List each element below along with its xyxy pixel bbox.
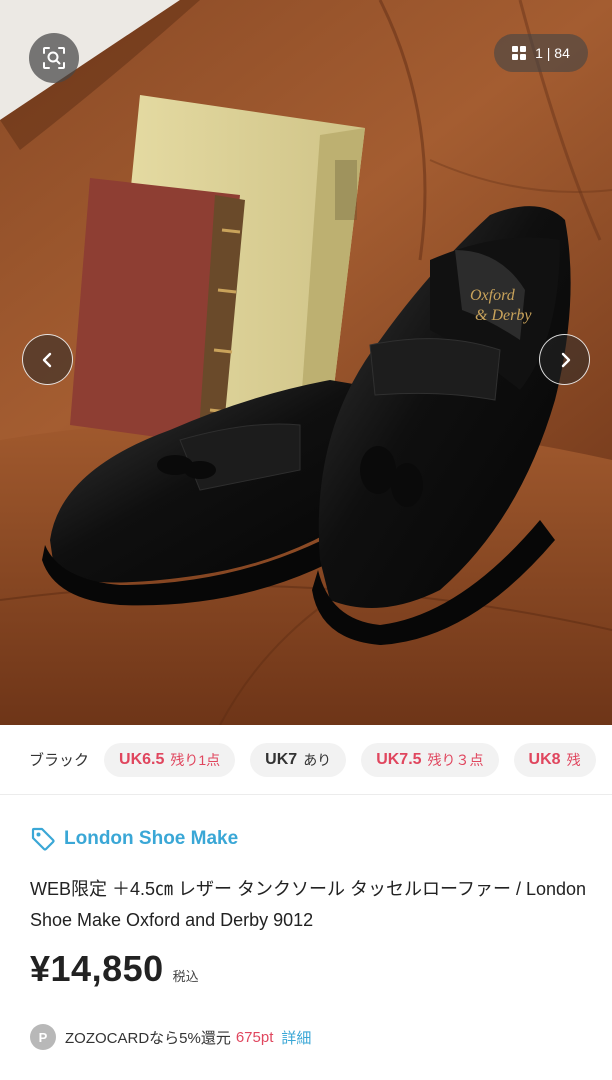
image-counter-text: 1 | 84 — [535, 45, 570, 61]
size-chip-uk7-5[interactable]: UK7.5 残り３点 — [361, 742, 499, 777]
size-label: UK7 — [265, 750, 298, 768]
size-chip-uk6-5[interactable]: UK6.5 残り1点 — [104, 742, 236, 777]
size-selector: ブラック UK6.5 残り1点 UK7 あり UK7.5 残り３点 UK8 残 — [0, 725, 612, 795]
previous-image-button[interactable] — [22, 334, 73, 385]
brand-link[interactable]: London Shoe Make — [30, 826, 238, 852]
size-label: UK7.5 — [376, 750, 422, 768]
stock-label: あり — [303, 751, 332, 768]
size-chip-uk8[interactable]: UK8 残 — [513, 742, 596, 777]
next-image-button[interactable] — [539, 334, 590, 385]
color-label: ブラック — [29, 752, 90, 769]
brand-name: London Shoe Make — [64, 828, 239, 849]
stock-label: 残 — [566, 751, 581, 768]
points-icon: P — [30, 1024, 56, 1050]
tag-icon — [31, 827, 55, 851]
chevron-left-icon — [42, 352, 51, 367]
grid-icon — [512, 46, 527, 60]
size-label: UK6.5 — [119, 750, 165, 768]
points-detail-link[interactable]: 詳細 — [281, 1027, 311, 1048]
size-chip-uk7[interactable]: UK7 あり — [250, 742, 347, 777]
image-search-icon — [43, 47, 65, 69]
image-search-button[interactable] — [29, 33, 79, 83]
product-image-gallery[interactable]: Oxford & Derby 1 | 84 — [0, 0, 612, 725]
price-row: ¥14,850 税込 — [30, 948, 199, 990]
stock-label: 残り1点 — [170, 751, 221, 768]
svg-text:Oxford: Oxford — [470, 287, 516, 304]
image-counter[interactable]: 1 | 84 — [494, 34, 588, 72]
tax-label: 税込 — [172, 969, 199, 984]
chevron-right-icon — [561, 352, 570, 367]
price: ¥14,850 — [30, 948, 164, 989]
points-info: P ZOZOCARDなら5%還元 675pt 詳細 — [30, 1024, 311, 1050]
size-label: UK8 — [528, 750, 561, 768]
svg-text:& Derby: & Derby — [475, 307, 532, 324]
product-photo: Oxford & Derby — [0, 0, 612, 725]
stock-label: 残り３点 — [427, 751, 484, 768]
points-text: ZOZOCARDなら5%還元 — [65, 1029, 231, 1047]
product-title: WEB限定 ＋4.5㎝ レザー タンクソール タッセルローファー / Londo… — [30, 879, 587, 930]
points-amount: 675pt — [235, 1028, 274, 1046]
